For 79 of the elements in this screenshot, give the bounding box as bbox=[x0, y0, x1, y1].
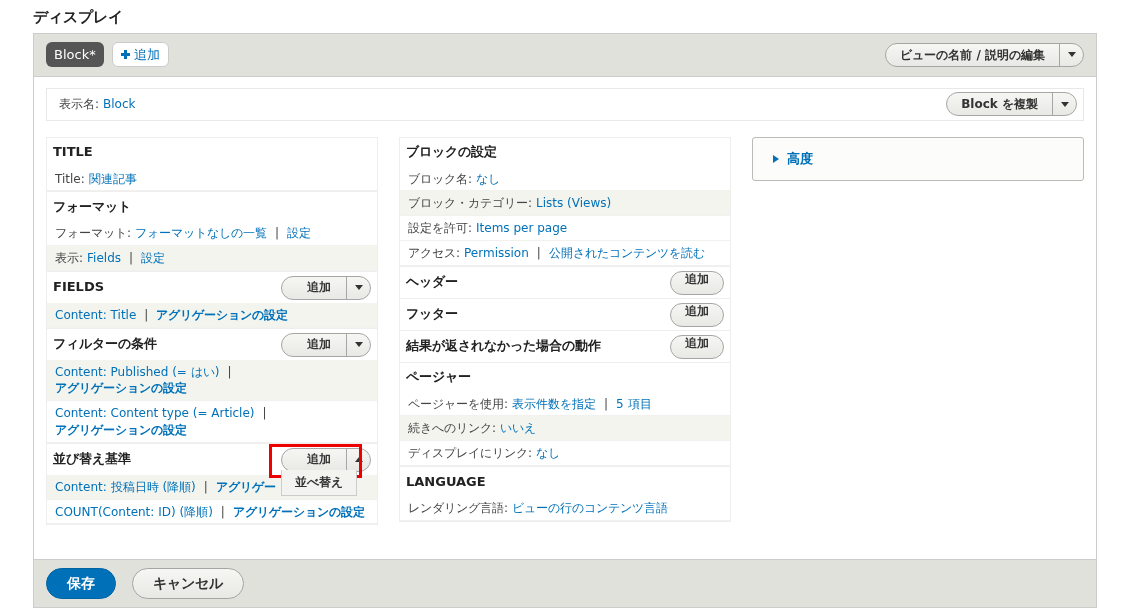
save-button[interactable]: 保存 bbox=[46, 568, 116, 600]
caret-icon bbox=[354, 342, 363, 348]
setting-link[interactable]: 5 項目 bbox=[616, 396, 652, 411]
edit-view-button[interactable]: ビューの名前 / 説明の編集 bbox=[886, 43, 1059, 66]
section-title: TITLE bbox=[53, 144, 93, 161]
setting-link[interactable]: Fields bbox=[87, 251, 121, 266]
aggregation-settings-link[interactable]: アグリゲー bbox=[215, 479, 276, 494]
add-button[interactable]: 追加 bbox=[670, 270, 724, 295]
sort-menu-item[interactable]: 並べ替え bbox=[281, 469, 357, 496]
separator: | bbox=[275, 226, 280, 241]
setting-label: レンダリング言語: bbox=[408, 501, 509, 516]
section-title: フッター bbox=[406, 306, 458, 324]
setting-label: ブロック名: bbox=[408, 171, 473, 186]
section-title: ヘッダー bbox=[406, 274, 458, 292]
add-button[interactable]: 追加 bbox=[282, 333, 346, 356]
section-title: FIELDS bbox=[53, 279, 105, 297]
setting-label: 表示: bbox=[55, 251, 84, 266]
setting-label: 設定を許可: bbox=[408, 221, 473, 236]
add-button[interactable]: 追加 bbox=[282, 448, 346, 471]
aggregation-settings-link[interactable]: アグリゲーションの設定 bbox=[55, 381, 187, 396]
add-display-button[interactable]: 追加 bbox=[111, 41, 169, 68]
setting-link[interactable]: 設定 bbox=[141, 251, 166, 266]
setting-link[interactable]: なし bbox=[476, 171, 501, 186]
section-title: フォーマット bbox=[53, 198, 131, 216]
plus-icon bbox=[120, 50, 130, 59]
aggregation-settings-link[interactable]: アグリゲーションの設定 bbox=[232, 504, 365, 519]
setting-label: ブロック・カテゴリー: bbox=[408, 196, 533, 211]
setting-label: Title: bbox=[55, 171, 85, 186]
display-tab[interactable]: Block* bbox=[46, 41, 104, 68]
caret-icon bbox=[354, 285, 363, 291]
separator: | bbox=[129, 251, 134, 266]
setting-label: ページャーを使用: bbox=[408, 396, 509, 411]
setting-label: ディスプレイにリンク: bbox=[408, 446, 533, 461]
section-title: 結果が返されなかった場合の動作 bbox=[406, 338, 601, 356]
aggregation-settings-link[interactable]: アグリゲーションの設定 bbox=[55, 423, 187, 438]
setting-label: アクセス: bbox=[408, 245, 461, 260]
setting-link[interactable]: フォーマットなしの一覧 bbox=[135, 226, 268, 241]
section-title: 並び替え基準 bbox=[53, 451, 131, 469]
setting-link[interactable]: 設定 bbox=[287, 226, 312, 241]
section-title: ブロックの設定 bbox=[406, 144, 497, 161]
add-button[interactable]: 追加 bbox=[282, 276, 346, 299]
setting-link[interactable]: ビューの行のコンテンツ言語 bbox=[512, 501, 669, 516]
section-title: フィルターの条件 bbox=[53, 336, 157, 354]
separator: | bbox=[220, 504, 225, 519]
advanced-toggle[interactable]: 高度 bbox=[787, 148, 813, 169]
add-button[interactable]: 追加 bbox=[670, 302, 724, 327]
cancel-button[interactable]: キャンセル bbox=[132, 568, 244, 600]
setting-link[interactable]: COUNT(Content: ID) (降順) bbox=[55, 504, 213, 519]
separator: | bbox=[604, 396, 609, 411]
setting-link[interactable]: Content: Title bbox=[55, 307, 137, 322]
section-title: LANGUAGE bbox=[406, 473, 486, 491]
setting-label: 続きへのリンク: bbox=[408, 421, 497, 436]
setting-link[interactable]: 公開されたコンテンツを読む bbox=[548, 245, 705, 260]
add-button[interactable]: 追加 bbox=[670, 334, 724, 359]
setting-link[interactable]: なし bbox=[536, 446, 561, 461]
page-heading: ディスプレイ bbox=[33, 7, 124, 28]
setting-link[interactable]: いいえ bbox=[500, 421, 537, 436]
duplicate-display-button[interactable]: Block を複製 bbox=[947, 93, 1052, 115]
separator: | bbox=[262, 406, 267, 421]
setting-link[interactable]: Permission bbox=[464, 245, 529, 260]
setting-link[interactable]: Lists (Views) bbox=[536, 196, 612, 211]
separator: | bbox=[536, 245, 541, 260]
caret-icon bbox=[1060, 101, 1069, 107]
caret-icon bbox=[354, 457, 363, 463]
setting-link[interactable]: Content: 投稿日時 (降順) bbox=[55, 479, 196, 494]
setting-link[interactable]: 関連記事 bbox=[88, 171, 137, 186]
caret-icon bbox=[1067, 52, 1076, 57]
setting-link[interactable]: Content: Content type (= Article) bbox=[55, 406, 255, 421]
setting-label: フォーマット: bbox=[55, 226, 132, 241]
separator: | bbox=[203, 479, 208, 494]
setting-link[interactable]: Items per page bbox=[476, 221, 568, 236]
separator: | bbox=[144, 307, 149, 322]
setting-link[interactable]: Content: Published (= はい) bbox=[55, 364, 220, 379]
setting-link[interactable]: 表示件数を指定 bbox=[512, 396, 597, 411]
display-name-link[interactable]: Block bbox=[103, 95, 136, 113]
separator: | bbox=[227, 364, 232, 379]
section-title: ページャー bbox=[406, 369, 471, 387]
display-name-label: 表示名: bbox=[59, 96, 100, 113]
aggregation-settings-link[interactable]: アグリゲーションの設定 bbox=[156, 307, 289, 322]
